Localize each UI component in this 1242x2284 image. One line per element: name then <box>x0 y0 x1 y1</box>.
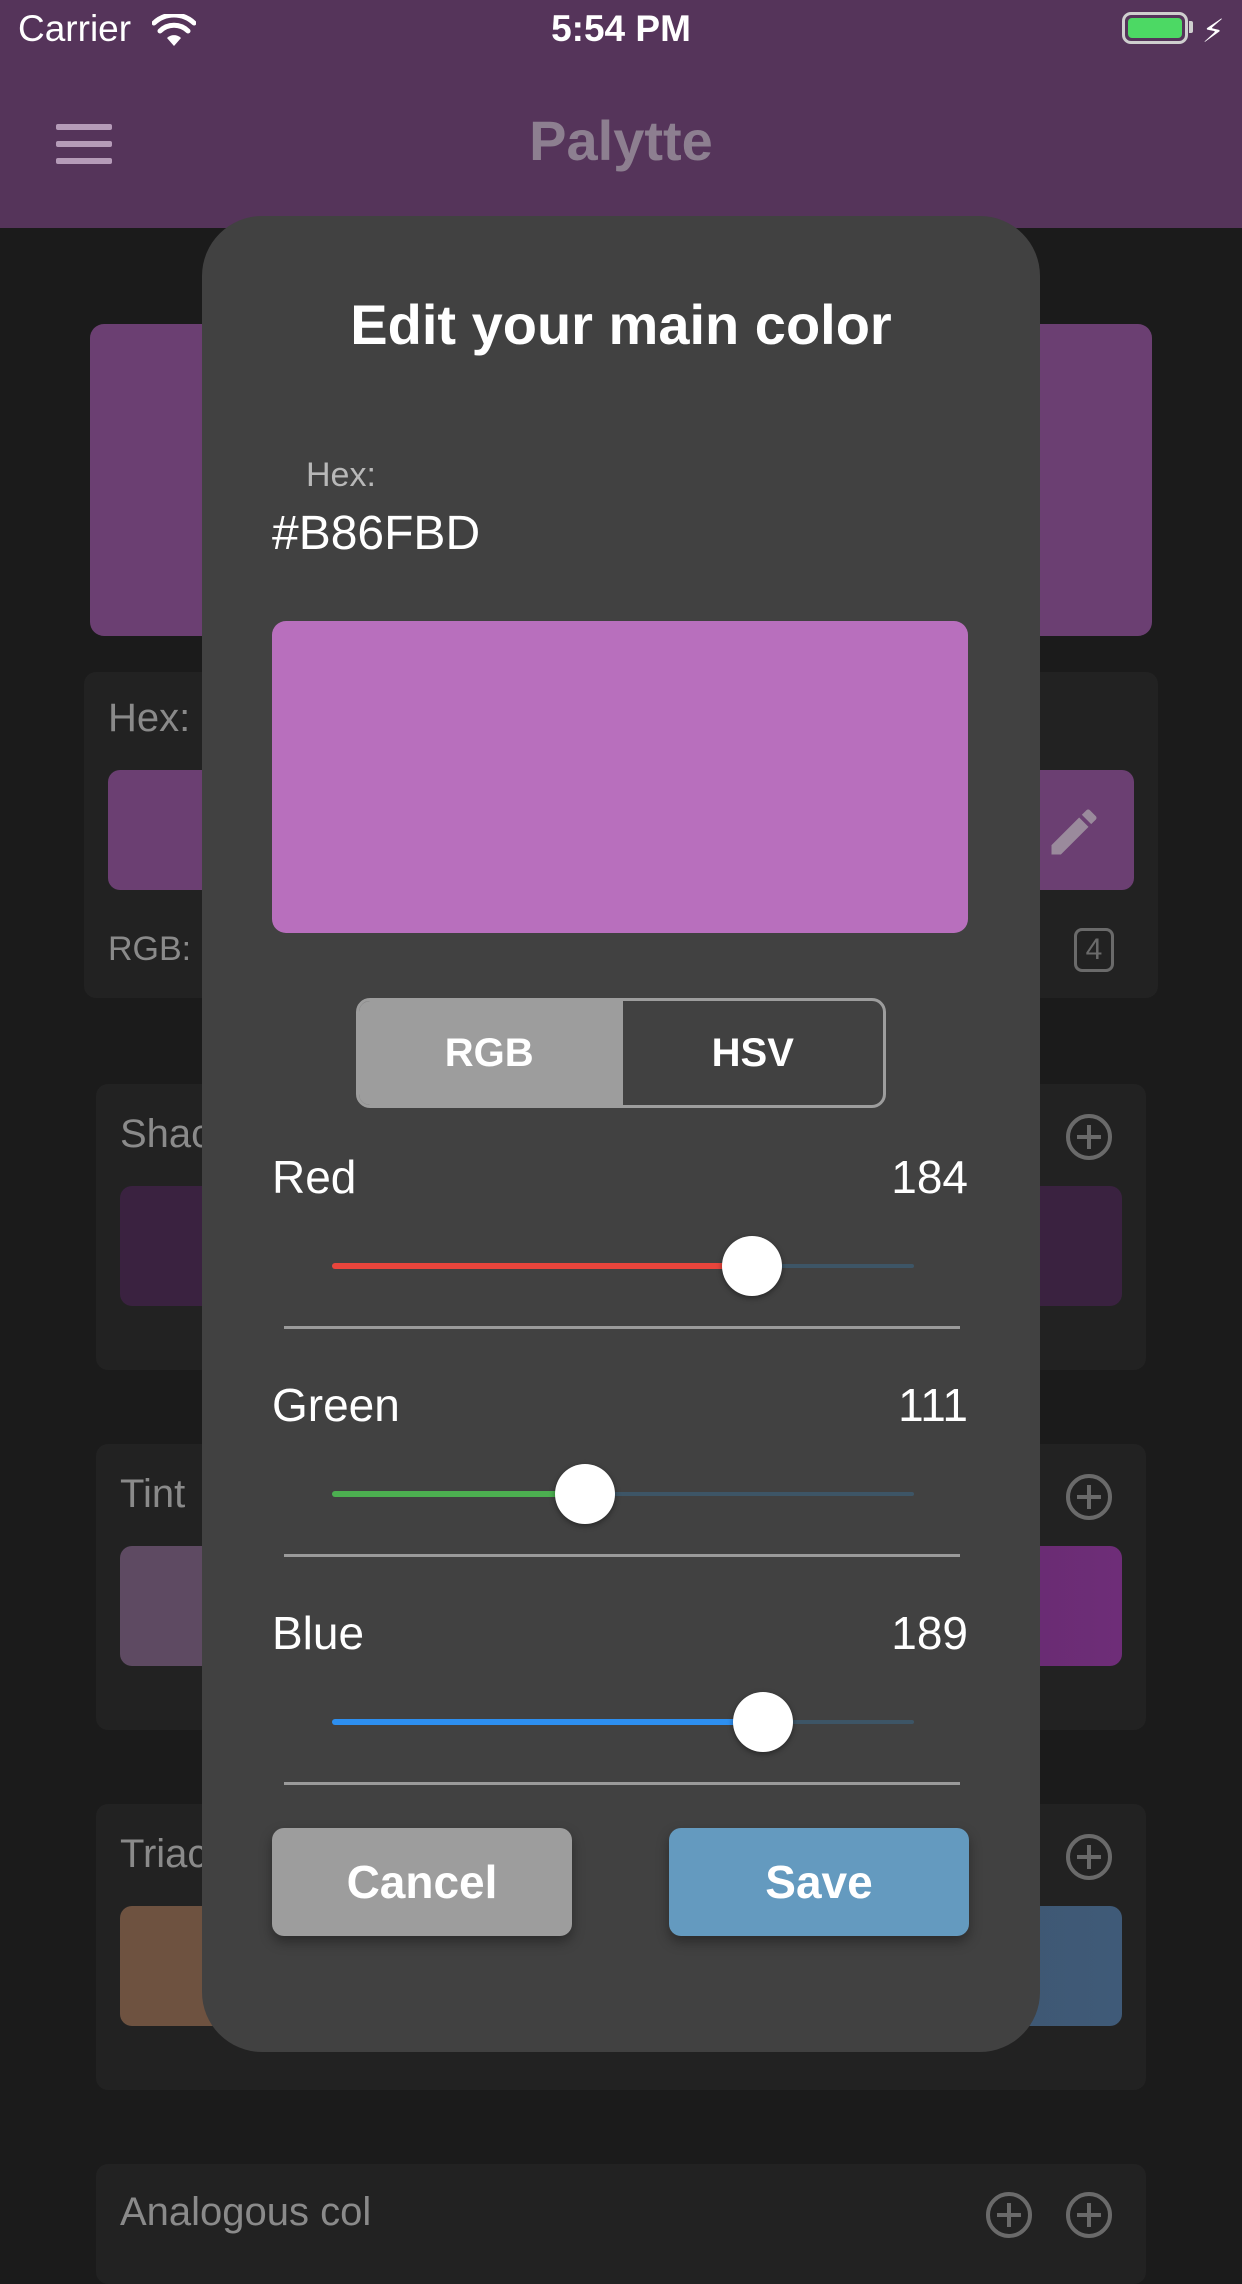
color-preview <box>272 621 968 933</box>
analogous-label: Analogous col <box>120 2190 372 2234</box>
blue-value: 189 <box>891 1607 968 1659</box>
tints-label: Tint <box>120 1472 186 1516</box>
add-tint-icon[interactable] <box>1066 1474 1112 1520</box>
bg-hex-label: Hex: <box>108 696 191 740</box>
navigation-bar: Carrier 5:54 PM ⚡ Palytte <box>0 0 1242 228</box>
tab-hsv[interactable]: HSV <box>619 1001 884 1105</box>
add-shade-icon[interactable] <box>1066 1114 1112 1160</box>
red-slider-thumb[interactable] <box>721 1236 782 1296</box>
edit-color-dialog: Edit your main color Hex: #B86FBD RGB HS… <box>202 216 1040 2052</box>
green-slider-thumb[interactable] <box>555 1464 616 1524</box>
red-divider <box>284 1326 960 1329</box>
green-label: Green <box>272 1379 400 1431</box>
blue-divider <box>284 1782 960 1785</box>
battery-tip <box>1189 21 1193 33</box>
edit-pencil-icon[interactable] <box>1044 802 1104 862</box>
tab-rgb[interactable]: RGB <box>359 1001 620 1105</box>
battery-icon <box>1122 12 1188 44</box>
add-analogous-icon[interactable] <box>986 2192 1032 2238</box>
shades-label: Shac <box>120 1112 212 1156</box>
app-title: Palytte <box>529 109 713 172</box>
blue-slider[interactable] <box>332 1692 914 1752</box>
analogous-card: Analogous col <box>96 2164 1146 2284</box>
color-mode-toggle: RGB HSV <box>356 998 886 1108</box>
green-divider <box>284 1554 960 1557</box>
blue-slider-thumb[interactable] <box>733 1692 794 1752</box>
status-time: 5:54 PM <box>551 8 691 49</box>
triadic-label: Triac <box>120 1832 208 1876</box>
bg-rgb-value-box: 4 <box>1074 928 1114 972</box>
bg-rgb-label: RGB: <box>108 930 192 968</box>
add-analogous-icon-2[interactable] <box>1066 2192 1112 2238</box>
dialog-title: Edit your main color <box>350 293 892 356</box>
red-label: Red <box>272 1151 357 1203</box>
red-value: 184 <box>891 1151 968 1203</box>
green-value: 111 <box>898 1379 968 1431</box>
charging-icon: ⚡ <box>1202 13 1225 49</box>
hex-input-label: Hex: <box>306 456 376 494</box>
cancel-button[interactable]: Cancel <box>272 1828 572 1936</box>
save-button[interactable]: Save <box>669 1828 969 1936</box>
red-slider[interactable] <box>332 1236 914 1296</box>
green-slider[interactable] <box>332 1464 914 1524</box>
hex-input[interactable]: #B86FBD <box>272 506 480 561</box>
add-triadic-icon[interactable] <box>1066 1834 1112 1880</box>
blue-label: Blue <box>272 1607 365 1659</box>
